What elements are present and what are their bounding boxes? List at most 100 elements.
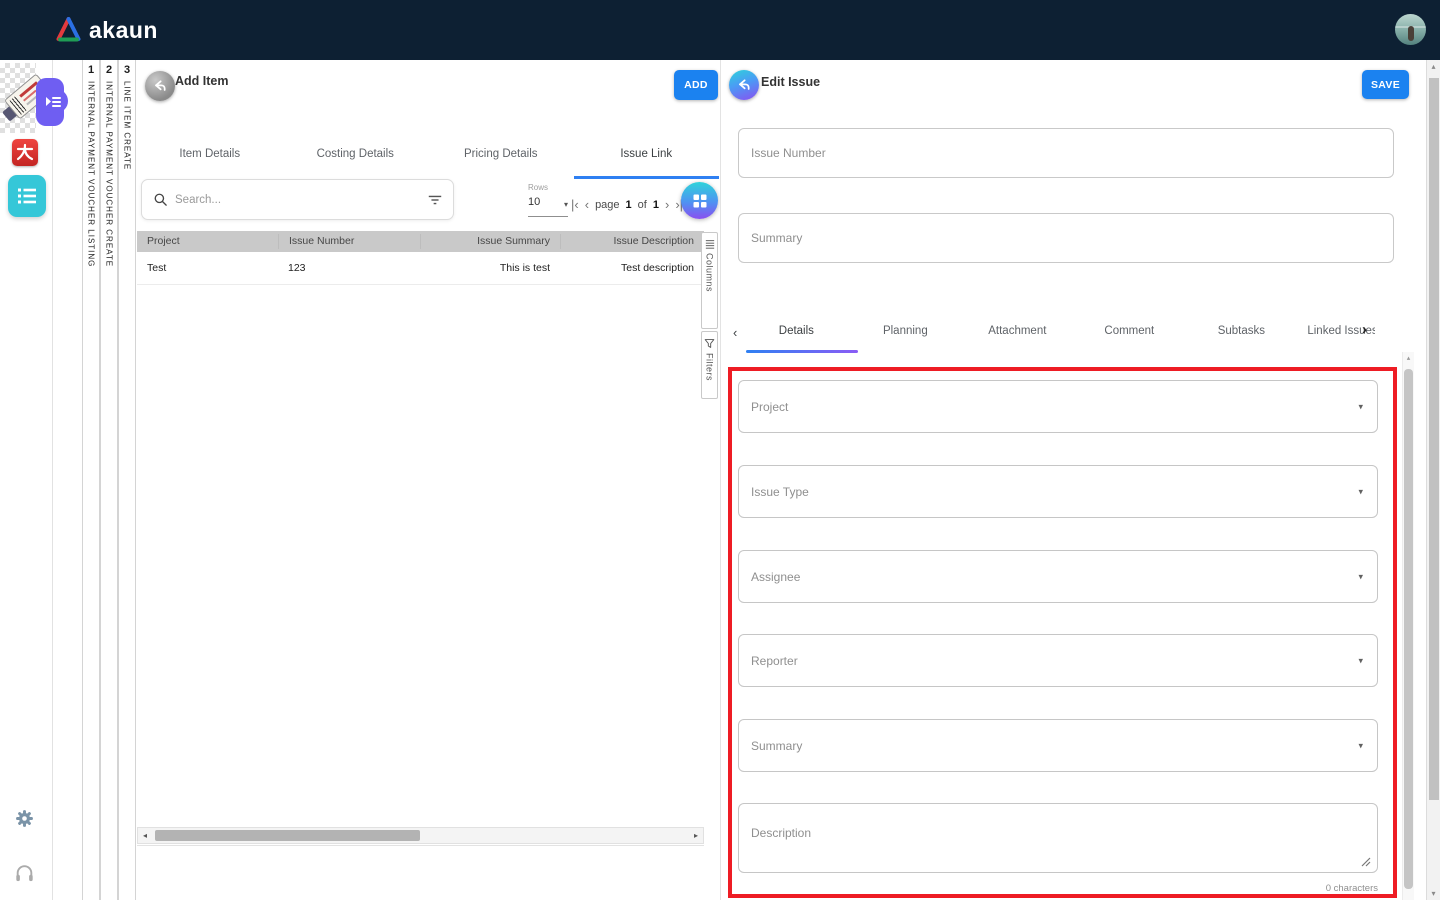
select-label: Summary [751, 720, 802, 771]
tab-label: Details [779, 325, 814, 337]
workspace-tab-2[interactable]: 2 INTERNAL PAYMENT VOUCHER CREATE [100, 60, 118, 900]
tab-label: Comment [1104, 325, 1154, 337]
first-page-button[interactable]: |‹ [571, 193, 579, 217]
headphones-support-icon[interactable] [14, 862, 36, 884]
tab-label: Attachment [988, 325, 1046, 337]
scrollbar-thumb[interactable] [155, 830, 420, 841]
tab-label: Issue Link [620, 148, 672, 160]
filters-tool-button[interactable]: Filters [701, 331, 718, 399]
character-count: 0 characters [738, 883, 1378, 894]
rows-label: Rows [528, 183, 548, 192]
caret-down-icon: ▾ [1358, 571, 1363, 582]
workspace-tab-label: INTERNAL PAYMENT VOUCHER LISTING [87, 81, 96, 267]
issue-link-table: Project Issue Number Issue Summary Issue… [137, 231, 704, 285]
issue-tabs: ‹ Details Planning Attachment Comment Su… [721, 312, 1401, 352]
assignee-select[interactable]: Assignee ▾ [738, 550, 1378, 603]
active-tab-underline [746, 350, 858, 353]
page-vertical-scrollbar[interactable]: ▴ ▾ [1426, 60, 1440, 900]
tabs-scroll-right-button[interactable]: › [1356, 321, 1373, 338]
scrollbar-thumb[interactable] [1429, 78, 1439, 800]
column-header-issue-number: Issue Number [278, 234, 420, 249]
columns-tool-button[interactable]: Columns [701, 232, 718, 329]
page-word: page [595, 199, 619, 211]
current-page: 1 [626, 199, 632, 211]
scroll-up-arrow[interactable]: ▴ [1403, 354, 1414, 362]
back-button[interactable] [729, 70, 759, 100]
summary-placeholder: Summary [751, 214, 802, 262]
add-button[interactable]: ADD [674, 70, 718, 100]
search-box [141, 179, 454, 220]
brand-logo: akaun [55, 17, 158, 44]
horizontal-scrollbar[interactable]: ◂ ▸ [137, 827, 704, 844]
tab-planning[interactable]: Planning [849, 312, 961, 352]
column-header-issue-description: Issue Description [560, 234, 704, 249]
filters-tool-label: Filters [705, 353, 715, 381]
workspace-tab-label: INTERNAL PAYMENT VOUCHER CREATE [105, 81, 114, 267]
grid-icon [691, 192, 709, 210]
prev-page-button[interactable]: ‹ [585, 193, 589, 217]
scroll-left-arrow[interactable]: ◂ [138, 828, 152, 843]
user-avatar[interactable] [1395, 14, 1426, 45]
dai-character-icon [15, 142, 35, 162]
active-tab-underline [574, 176, 720, 179]
table-header-row: Project Issue Number Issue Summary Issue… [137, 231, 704, 252]
pagination: |‹ ‹ page 1 of 1 › ›| [571, 193, 683, 217]
reporter-select[interactable]: Reporter ▾ [738, 634, 1378, 687]
scroll-up-arrow[interactable]: ▴ [1427, 62, 1440, 71]
select-label: Assignee [751, 551, 800, 602]
description-textarea[interactable]: Description [738, 803, 1378, 873]
issue-number-field[interactable]: Issue Number [738, 128, 1394, 178]
caret-down-icon: ▾ [1358, 486, 1363, 497]
workspace-tab-3[interactable]: 3 LINE ITEM CREATE [118, 60, 136, 900]
resize-handle-icon[interactable] [1359, 855, 1371, 867]
scroll-right-arrow[interactable]: ▸ [689, 828, 703, 843]
list-app-icon[interactable] [8, 175, 46, 217]
tab-subtasks[interactable]: Subtasks [1185, 312, 1297, 352]
tab-issue-link[interactable]: Issue Link [574, 132, 720, 179]
scroll-down-arrow[interactable]: ▾ [1427, 889, 1440, 898]
caret-down-icon: ▾ [1358, 740, 1363, 751]
edit-issue-panel: Edit Issue SAVE Issue Number Summary ‹ D… [720, 60, 1426, 900]
tab-comment[interactable]: Comment [1073, 312, 1185, 352]
back-arrow-icon [152, 78, 168, 94]
playlist-app-icon[interactable] [36, 78, 64, 126]
select-label: Reporter [751, 635, 798, 686]
caret-down-icon: ▾ [1358, 655, 1363, 666]
app-root: akaun [0, 0, 1440, 900]
next-page-button[interactable]: › [665, 193, 669, 217]
filter-list-icon[interactable] [427, 192, 443, 208]
indent-lines-icon [45, 94, 61, 110]
issue-type-select[interactable]: Issue Type ▾ [738, 465, 1378, 518]
tab-costing-details[interactable]: Costing Details [283, 132, 429, 179]
settings-gear-icon[interactable] [14, 808, 36, 830]
page-title: Add Item [175, 74, 228, 88]
save-button[interactable]: SAVE [1362, 70, 1409, 99]
column-header-project: Project [137, 234, 278, 249]
cell-issue-number: 123 [278, 262, 420, 274]
project-select[interactable]: Project ▾ [738, 380, 1378, 433]
cjk-character-app-icon[interactable] [12, 139, 38, 166]
search-icon [153, 192, 168, 207]
left-icon-rail [0, 60, 53, 900]
tab-item-details[interactable]: Item Details [137, 132, 283, 179]
top-bar: akaun [0, 0, 1440, 60]
summary-field[interactable]: Summary [738, 213, 1394, 263]
page-title: Edit Issue [761, 75, 820, 89]
grid-view-button[interactable] [681, 182, 718, 219]
rows-per-page-select[interactable]: 10 [528, 196, 568, 217]
summary-select[interactable]: Summary ▾ [738, 719, 1378, 772]
workspace-tab-label: LINE ITEM CREATE [123, 81, 132, 170]
tab-details[interactable]: Details [743, 312, 849, 352]
list-lines-icon [17, 186, 37, 206]
panel-vertical-scrollbar[interactable]: ▴ [1402, 352, 1414, 900]
tab-label: Planning [883, 325, 928, 337]
panel-bottom-border [137, 845, 704, 846]
search-input[interactable] [175, 194, 405, 206]
tab-attachment[interactable]: Attachment [961, 312, 1073, 352]
tabs-scroll-left-button[interactable]: ‹ [727, 325, 743, 340]
back-button[interactable] [145, 71, 175, 101]
workspace-tab-1[interactable]: 1 INTERNAL PAYMENT VOUCHER LISTING [82, 60, 100, 900]
tab-pricing-details[interactable]: Pricing Details [428, 132, 574, 179]
table-row[interactable]: Test 123 This is test Test description [137, 252, 704, 285]
scrollbar-thumb[interactable] [1404, 369, 1413, 889]
